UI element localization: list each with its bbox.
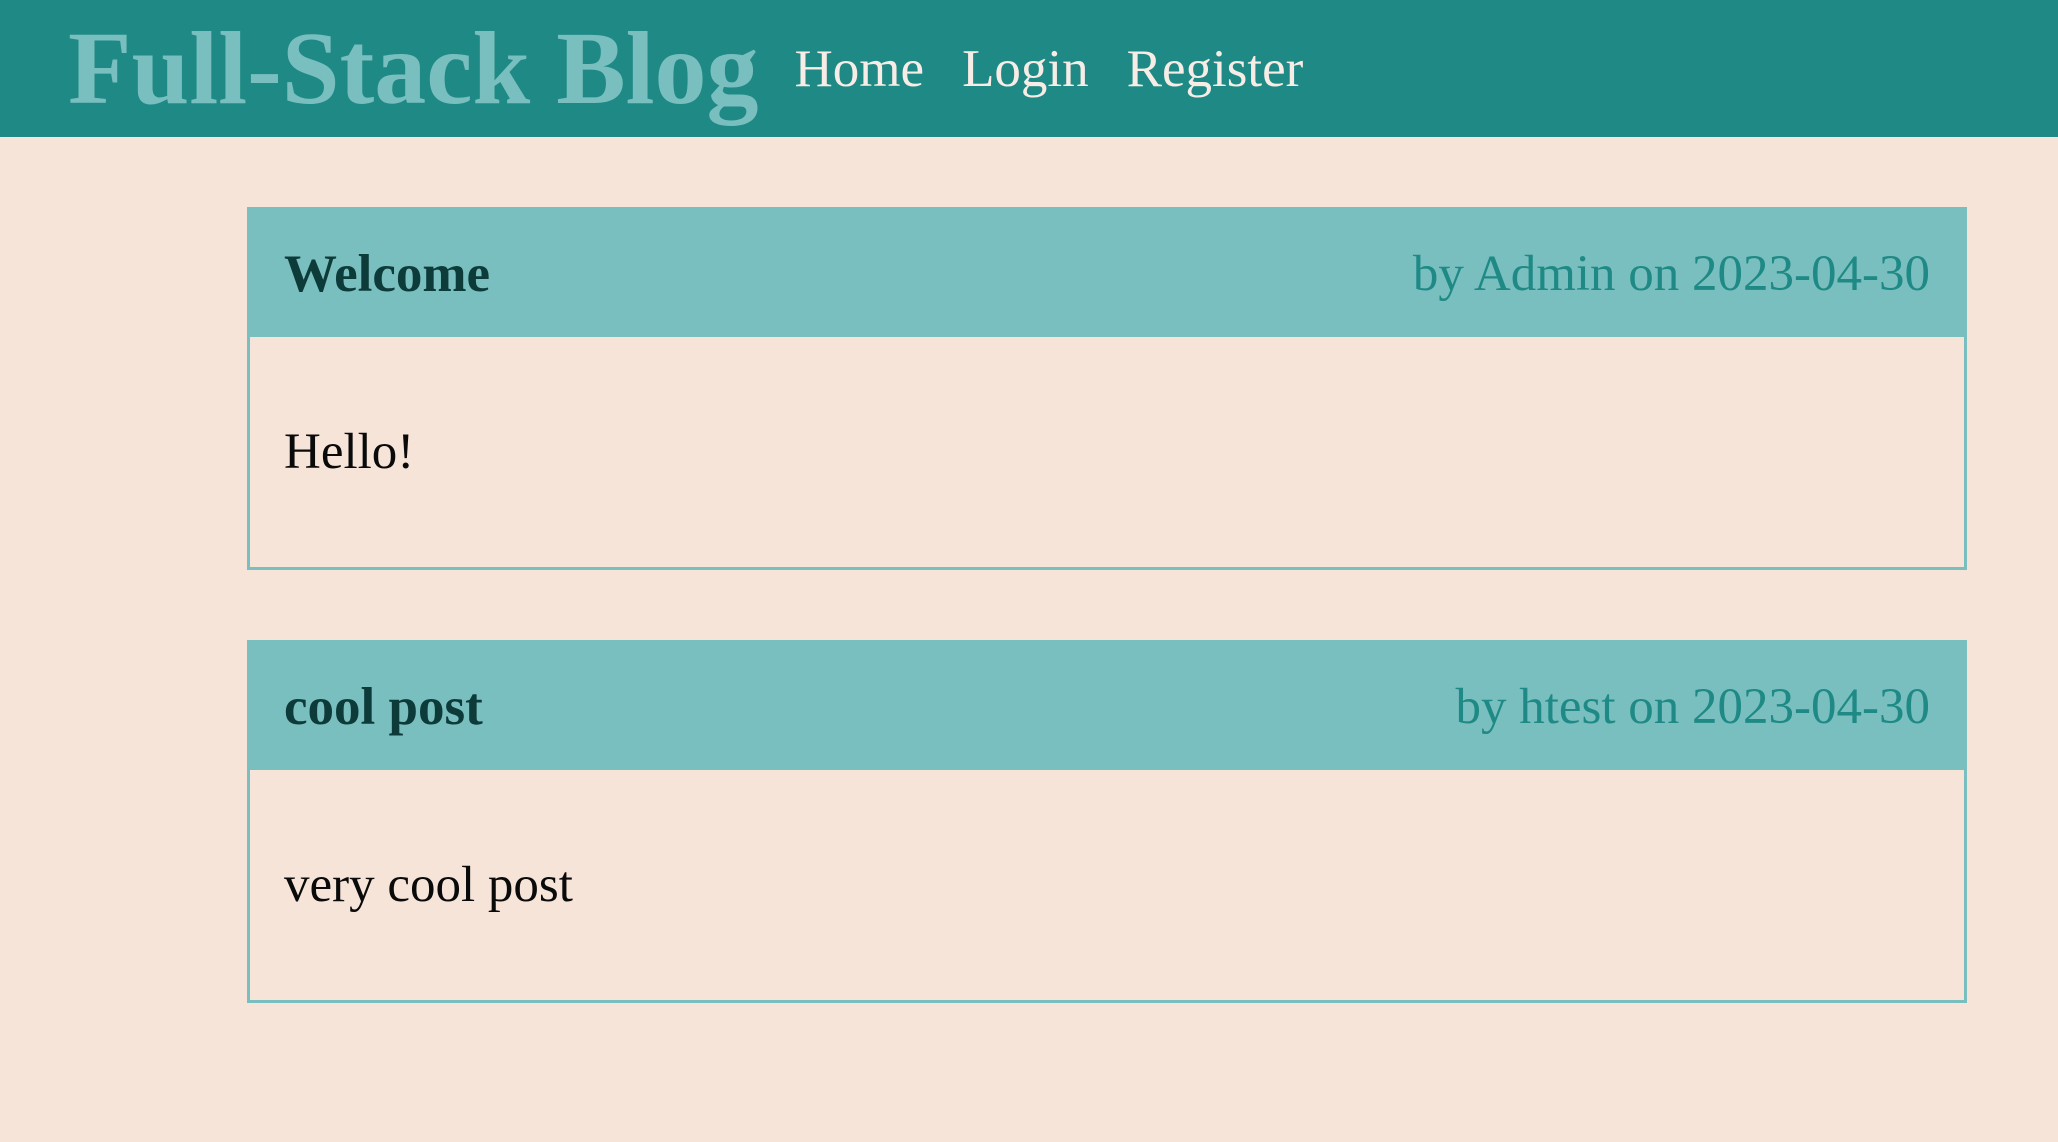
post-meta: by htest on 2023-04-30 — [1455, 678, 1930, 735]
post-list: Welcome by Admin on 2023-04-30 Hello! co… — [0, 137, 2058, 1003]
post-card: cool post by htest on 2023-04-30 very co… — [247, 640, 1967, 1003]
post-card: Welcome by Admin on 2023-04-30 Hello! — [247, 207, 1967, 570]
nav-login-link[interactable]: Login — [962, 40, 1089, 98]
top-navbar: Full-Stack Blog Home Login Register — [0, 0, 2058, 137]
post-body: Hello! — [284, 424, 415, 480]
post-header: cool post by htest on 2023-04-30 — [250, 643, 1964, 770]
post-title: cool post — [284, 677, 483, 736]
post-meta: by Admin on 2023-04-30 — [1412, 245, 1930, 302]
site-brand-link[interactable]: Full-Stack Blog — [68, 16, 759, 121]
nav-register-link[interactable]: Register — [1127, 40, 1304, 98]
post-header: Welcome by Admin on 2023-04-30 — [250, 210, 1964, 337]
nav-home-link[interactable]: Home — [795, 40, 925, 98]
post-body: very cool post — [284, 857, 573, 913]
post-title: Welcome — [284, 244, 491, 303]
main-nav: Home Login Register — [795, 39, 1338, 99]
